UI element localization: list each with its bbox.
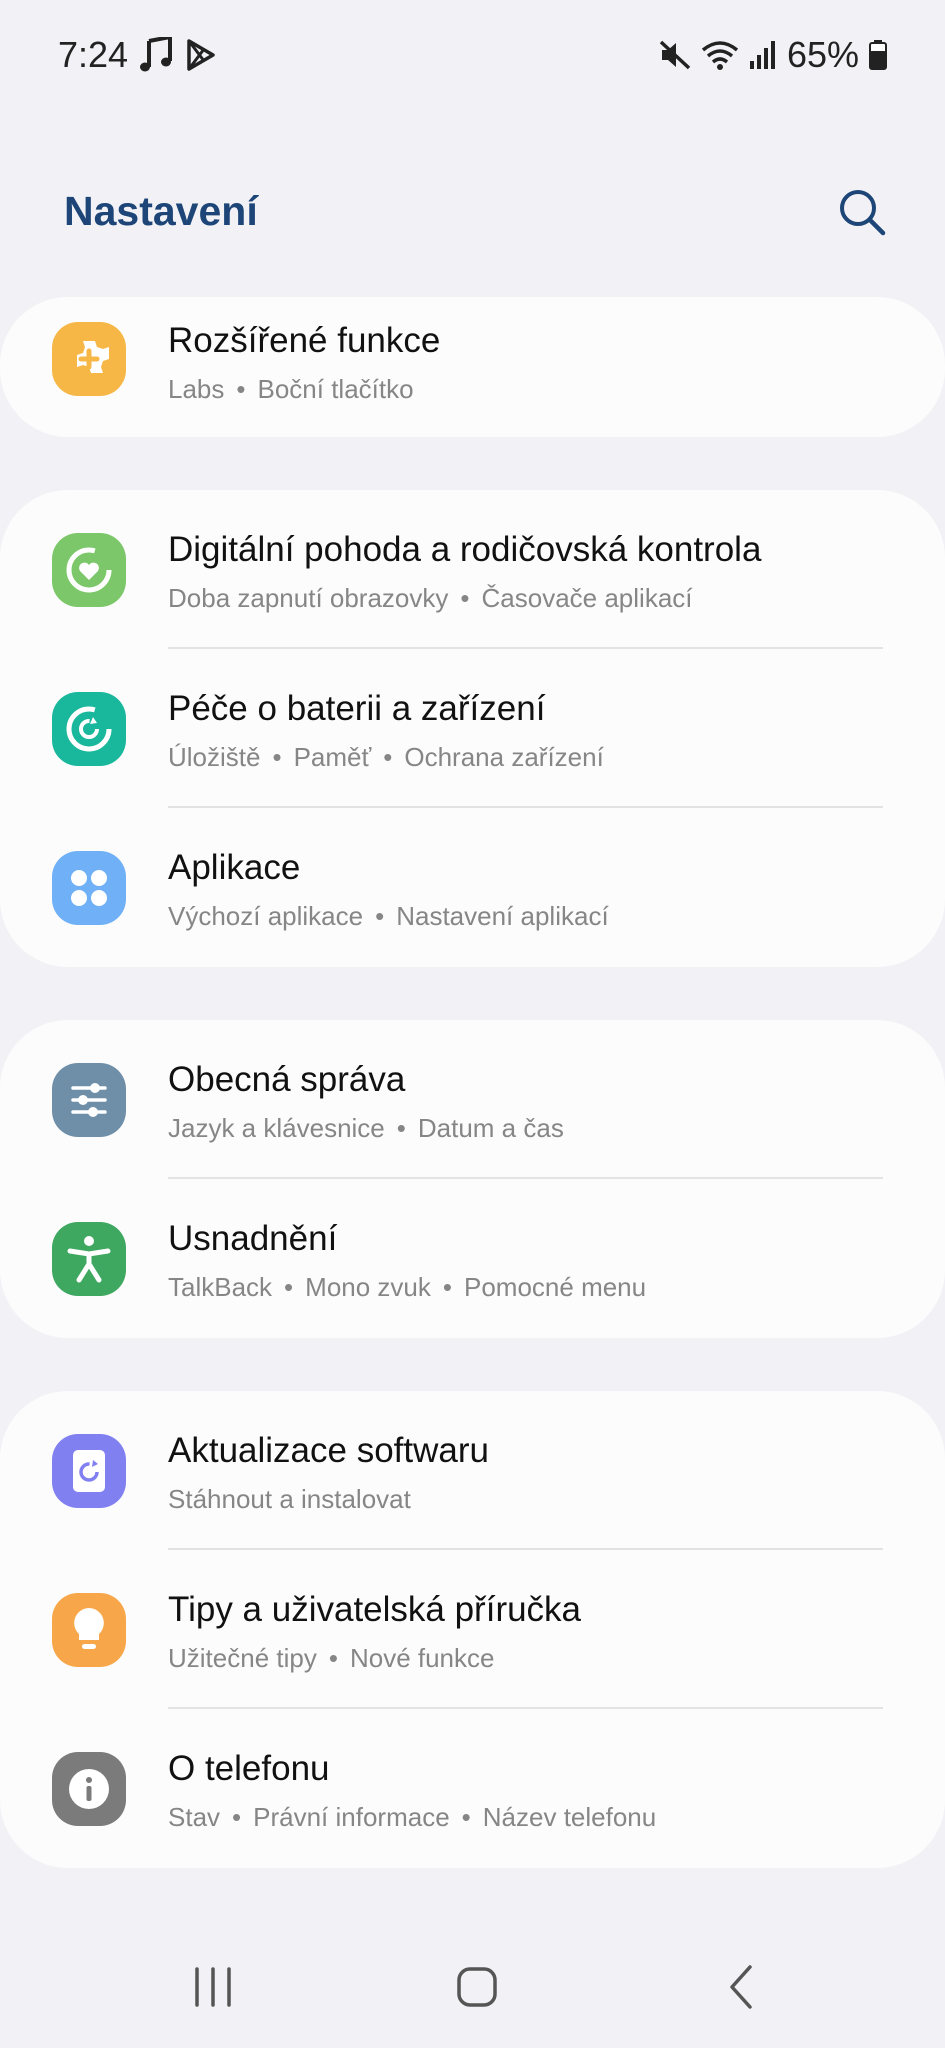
signal-icon xyxy=(749,40,777,70)
settings-item-subtitle: Labs • Boční tlačítko xyxy=(168,374,414,404)
settings-item-device-care[interactable]: Péče o baterii a zařízení Úložiště • Paměť… xyxy=(0,649,945,808)
refresh-circle-icon xyxy=(52,692,126,766)
settings-item-title: Usnadnění xyxy=(168,1219,338,1258)
settings-group-4: Aktualizace softwaru Stáhnout a instalov… xyxy=(0,1391,945,1868)
recent-apps-icon xyxy=(191,1965,235,2014)
subtitle-part: Užitečné tipy xyxy=(168,1643,317,1673)
settings-item-accessibility[interactable]: Usnadnění TalkBack • Mono zvuk • Pomocné men… xyxy=(0,1179,945,1338)
subtitle-part: Právní informace xyxy=(253,1802,450,1832)
recent-apps-button[interactable] xyxy=(178,1959,248,2019)
status-left: 7:24 xyxy=(58,34,216,76)
settings-item-subtitle: Doba zapnutí obrazovky • Časovače aplikací xyxy=(168,583,693,613)
subtitle-part: Boční tlačítko xyxy=(257,374,414,404)
subtitle-part: Nové funkce xyxy=(349,1643,495,1673)
subtitle-part: Výchozí aplikace xyxy=(168,901,364,931)
subtitle-part: Jazyk a klávesnice xyxy=(168,1113,385,1143)
settings-item-general-management[interactable]: Obecná správa Jazyk a klávesnice • Datum a… xyxy=(0,1020,945,1179)
back-button[interactable] xyxy=(707,1959,777,2019)
subtitle-part: Stáhnout a instalovat xyxy=(168,1484,411,1514)
settings-item-title: Péče o baterii a zařízení xyxy=(168,689,546,728)
settings-item-subtitle: Stáhnout a instalovat xyxy=(168,1484,411,1515)
search-button[interactable] xyxy=(832,184,892,244)
wifi-icon xyxy=(701,40,739,70)
subtitle-part: Pomocné menu xyxy=(464,1272,647,1302)
subtitle-part: Mono zvuk xyxy=(305,1272,431,1302)
settings-item-title: Digitální pohoda a rodičovská kontrola xyxy=(168,530,762,569)
sliders-icon xyxy=(52,1063,126,1137)
subtitle-part: Nastavení aplikací xyxy=(396,901,609,931)
subtitle-part: Labs xyxy=(168,374,225,404)
settings-item-advanced-features[interactable]: Rozšířené funkce Labs • Boční tlačítko xyxy=(0,297,945,437)
subtitle-part: Doba zapnutí obrazovky xyxy=(168,583,449,613)
settings-item-title: Aktualizace softwaru xyxy=(168,1431,489,1470)
settings-group-2: Digitální pohoda a rodičovská kontrola D… xyxy=(0,490,945,967)
music-note-icon xyxy=(140,37,174,73)
home-icon xyxy=(455,1965,499,2014)
settings-item-subtitle: Stav • Právní informace • Název telefonu xyxy=(168,1802,657,1832)
subtitle-part: TalkBack xyxy=(168,1272,273,1302)
lightbulb-icon xyxy=(52,1593,126,1667)
battery-icon xyxy=(869,40,887,70)
page-title: Nastavení xyxy=(64,188,258,234)
settings-item-title: O telefonu xyxy=(168,1749,330,1788)
settings-item-title: Rozšířené funkce xyxy=(168,321,441,360)
status-time: 7:24 xyxy=(58,34,129,75)
subtitle-part: Datum a čas xyxy=(417,1113,564,1143)
subtitle-part: Úložiště xyxy=(168,742,261,772)
settings-item-subtitle: TalkBack • Mono zvuk • Pomocné menu xyxy=(168,1272,647,1302)
settings-item-title: Tipy a uživatelská příručka xyxy=(168,1590,582,1629)
settings-item-title: Aplikace xyxy=(168,848,301,887)
header: Nastavení xyxy=(0,170,945,260)
settings-group-3: Obecná správa Jazyk a klávesnice • Datum a… xyxy=(0,1020,945,1338)
settings-item-apps[interactable]: Aplikace Výchozí aplikace • Nastavení apli… xyxy=(0,808,945,967)
settings-item-tips[interactable]: Tipy a uživatelská příručka Užitečné tip… xyxy=(0,1550,945,1709)
navigation-bar xyxy=(0,1935,945,2035)
subtitle-part: Ochrana zařízení xyxy=(404,742,604,772)
heart-circle-icon xyxy=(52,533,126,607)
apps-grid-icon xyxy=(52,851,126,925)
puzzle-plus-icon xyxy=(52,322,126,396)
subtitle-part: Paměť xyxy=(293,742,372,772)
home-button[interactable] xyxy=(442,1959,512,2019)
back-icon xyxy=(720,1963,764,2016)
battery-percent: 65% xyxy=(786,34,859,75)
status-right: 65% xyxy=(659,34,887,76)
subtitle-part: Stav xyxy=(168,1802,221,1832)
play-store-icon xyxy=(186,39,216,71)
settings-item-subtitle: Užitečné tipy • Nové funkce xyxy=(168,1643,495,1673)
settings-item-subtitle: Jazyk a klávesnice • Datum a čas xyxy=(168,1113,564,1143)
status-bar: 7:24 65% xyxy=(0,0,945,110)
subtitle-part: Název telefonu xyxy=(482,1802,657,1832)
settings-group-1: Rozšířené funkce Labs • Boční tlačítko xyxy=(0,297,945,437)
settings-item-digital-wellbeing[interactable]: Digitální pohoda a rodičovská kontrola D… xyxy=(0,490,945,649)
settings-item-subtitle: Úložiště • Paměť • Ochrana zařízení xyxy=(168,742,604,772)
mute-icon xyxy=(659,40,691,70)
subtitle-part: Časovače aplikací xyxy=(481,583,693,613)
settings-item-software-update[interactable]: Aktualizace softwaru Stáhnout a instalov… xyxy=(0,1391,945,1550)
accessibility-person-icon xyxy=(52,1222,126,1296)
settings-item-subtitle: Výchozí aplikace • Nastavení aplikací xyxy=(168,901,609,931)
software-update-icon xyxy=(52,1434,126,1508)
settings-item-title: Obecná správa xyxy=(168,1060,406,1099)
settings-item-about-phone[interactable]: O telefonu Stav • Právní informace • Název t… xyxy=(0,1709,945,1868)
search-icon xyxy=(837,187,887,242)
info-icon xyxy=(52,1752,126,1826)
